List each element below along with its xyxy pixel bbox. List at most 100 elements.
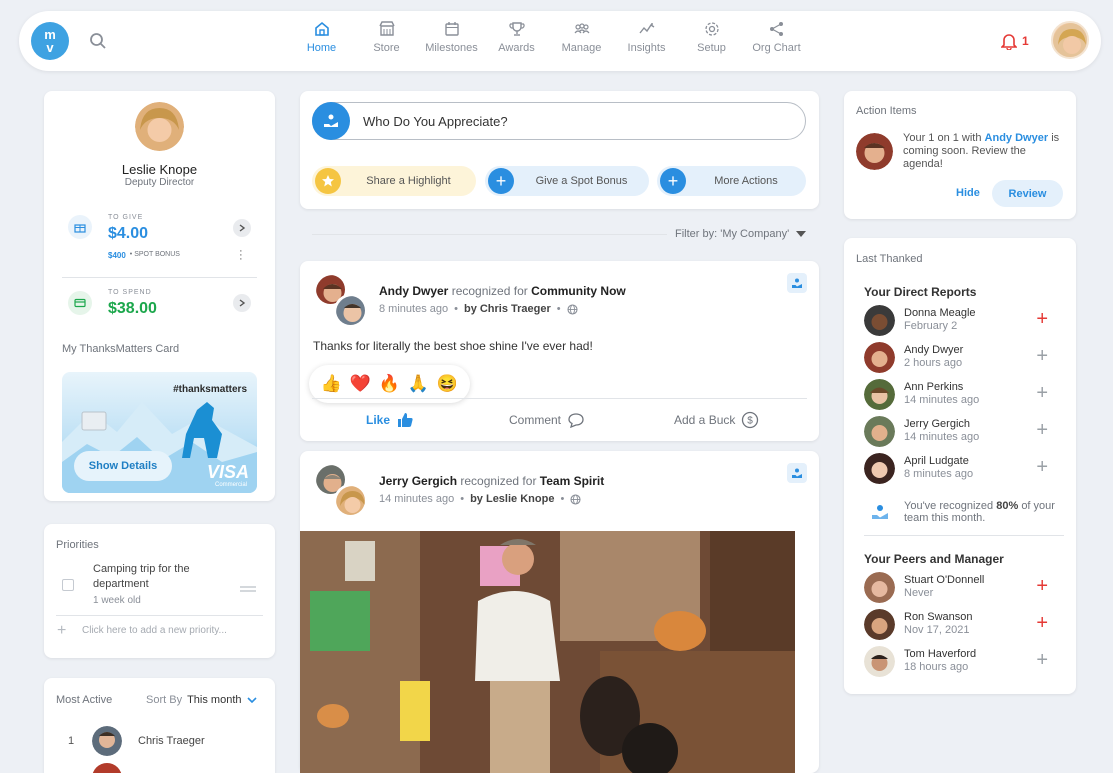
nav-org-chart[interactable]: Org Chart bbox=[744, 20, 809, 54]
nav-insights[interactable]: Insights bbox=[614, 20, 679, 54]
post-author[interactable]: by Chris Traeger bbox=[464, 303, 551, 315]
thanksmatters-card[interactable]: #thanksmatters Show Details VISA Commerc… bbox=[62, 372, 257, 493]
peer-row[interactable]: Tom Haverford 18 hours ago + bbox=[864, 646, 1060, 680]
spot-bonus-label: • SPOT BONUS bbox=[129, 251, 180, 258]
add-priority-input[interactable]: Click here to add a new priority... bbox=[82, 625, 227, 636]
fire-reaction-icon[interactable]: 🔥 bbox=[379, 374, 400, 394]
post-headline: Andy Dwyer recognized for Community Now bbox=[379, 284, 626, 298]
recipient-name[interactable]: Jerry Gergich bbox=[379, 474, 457, 488]
award-name[interactable]: Team Spirit bbox=[540, 474, 604, 488]
chart-icon bbox=[638, 23, 654, 34]
notifications-button[interactable]: 1 bbox=[1001, 32, 1029, 50]
filter-dropdown[interactable]: Filter by: 'My Company' bbox=[675, 228, 807, 240]
last-thanked-card: Last Thanked Your Direct Reports Donna M… bbox=[844, 238, 1076, 694]
comment-button[interactable]: Comment bbox=[509, 412, 585, 428]
give-spot-bonus-button[interactable]: + Give a Spot Bonus bbox=[485, 166, 649, 196]
drag-handle-icon[interactable] bbox=[240, 580, 256, 598]
thank-plus-icon[interactable]: + bbox=[1036, 650, 1048, 670]
to-spend-chevron-icon[interactable] bbox=[233, 294, 251, 312]
person-last-thanked: Never bbox=[904, 587, 934, 599]
trophy-icon bbox=[508, 22, 525, 36]
show-details-button[interactable]: Show Details bbox=[74, 451, 172, 481]
nav-setup[interactable]: Setup bbox=[679, 20, 744, 54]
add-a-buck-button[interactable]: Add a Buck $ bbox=[674, 411, 759, 429]
nav-store[interactable]: Store bbox=[354, 20, 419, 54]
share-highlight-button[interactable]: Share a Highlight bbox=[312, 166, 476, 196]
thank-plus-icon[interactable]: + bbox=[1036, 309, 1048, 329]
app-logo[interactable]: m v bbox=[31, 22, 69, 60]
most-active-name[interactable]: Chris Traeger bbox=[138, 735, 205, 747]
main-nav: Home Store Milestones Awards Manage Insi… bbox=[289, 20, 809, 54]
recipient-name[interactable]: Andy Dwyer bbox=[379, 284, 448, 298]
globe-icon bbox=[567, 303, 578, 315]
priority-text[interactable]: Camping trip for the department bbox=[93, 562, 213, 592]
priorities-card: Priorities Camping trip for the departme… bbox=[44, 524, 275, 658]
thumbs-up-reaction-icon[interactable]: 👍 bbox=[321, 374, 342, 394]
person-last-thanked: 18 hours ago bbox=[904, 661, 969, 673]
nav-manage[interactable]: Manage bbox=[549, 20, 614, 54]
notification-count: 1 bbox=[1022, 34, 1029, 48]
direct-report-row[interactable]: Ann Perkins 14 minutes ago + bbox=[864, 379, 1060, 413]
second-avatar bbox=[92, 763, 122, 773]
post-headline: Jerry Gergich recognized for Team Spirit bbox=[379, 474, 604, 488]
person-name: Jerry Gergich bbox=[904, 418, 971, 430]
hide-button[interactable]: Hide bbox=[956, 187, 980, 199]
review-button[interactable]: Review bbox=[992, 180, 1063, 207]
to-give-chevron-icon[interactable] bbox=[233, 219, 251, 237]
more-options-icon[interactable]: · · · bbox=[239, 246, 243, 265]
nav-insights-label: Insights bbox=[627, 42, 666, 54]
recognized-for-text: recognized for bbox=[451, 284, 528, 298]
laugh-reaction-icon[interactable]: 😆 bbox=[437, 374, 458, 394]
post-meta: 8 minutes ago • by Chris Traeger • bbox=[379, 303, 578, 315]
card-hashtag: #thanksmatters bbox=[173, 384, 247, 395]
person-name: Tom Haverford bbox=[904, 648, 977, 660]
like-button[interactable]: Like bbox=[366, 411, 414, 429]
direct-report-row[interactable]: Donna Meagle February 2 + bbox=[864, 305, 1060, 339]
visa-commercial-label: Commercial bbox=[214, 482, 247, 488]
add-priority-plus-icon[interactable]: + bbox=[57, 623, 66, 639]
more-actions-label: More Actions bbox=[714, 175, 778, 187]
spot-bonus-amount: $400 bbox=[108, 251, 126, 260]
thank-plus-icon[interactable]: + bbox=[1036, 613, 1048, 633]
nav-awards[interactable]: Awards bbox=[484, 20, 549, 54]
nav-manage-label: Manage bbox=[561, 42, 602, 54]
appreciate-input[interactable]: Who Do You Appreciate? bbox=[312, 102, 806, 140]
person-name: Stuart O'Donnell bbox=[904, 574, 985, 586]
feed-post: Andy Dwyer recognized for Community Now … bbox=[300, 261, 819, 441]
award-name[interactable]: Community Now bbox=[531, 284, 626, 298]
thank-plus-icon[interactable]: + bbox=[1036, 383, 1048, 403]
direct-reports-title: Your Direct Reports bbox=[864, 285, 977, 299]
to-give-amount: $4.00 bbox=[108, 225, 149, 242]
direct-report-row[interactable]: April Ludgate 8 minutes ago + bbox=[864, 453, 1060, 487]
person-avatar bbox=[864, 646, 895, 677]
logo-text: m v bbox=[44, 27, 56, 55]
post-media-image[interactable] bbox=[300, 531, 795, 773]
person-avatar bbox=[864, 453, 895, 484]
heart-reaction-icon[interactable]: ❤️ bbox=[350, 374, 371, 394]
peer-row[interactable]: Stuart O'Donnell Never + bbox=[864, 572, 1060, 606]
thank-plus-icon[interactable]: + bbox=[1036, 457, 1048, 477]
give-spot-bonus-label: Give a Spot Bonus bbox=[535, 175, 628, 187]
person-last-thanked: Nov 17, 2021 bbox=[904, 624, 970, 636]
action-link-name[interactable]: Andy Dwyer bbox=[985, 132, 1049, 144]
nav-milestones[interactable]: Milestones bbox=[419, 20, 484, 54]
recognize-hand-icon bbox=[870, 503, 890, 526]
share-highlight-label: Share a Highlight bbox=[366, 175, 451, 187]
thank-plus-icon[interactable]: + bbox=[1036, 576, 1048, 596]
priority-checkbox[interactable] bbox=[62, 579, 74, 591]
direct-report-row[interactable]: Jerry Gergich 14 minutes ago + bbox=[864, 416, 1060, 450]
nav-home[interactable]: Home bbox=[289, 20, 354, 54]
thank-plus-icon[interactable]: + bbox=[1036, 420, 1048, 440]
pray-reaction-icon[interactable]: 🙏 bbox=[408, 374, 429, 394]
action-items-card: Action Items Your 1 on 1 with Andy Dwyer… bbox=[844, 91, 1076, 219]
more-actions-button[interactable]: + More Actions bbox=[657, 166, 806, 196]
sort-label: Sort By bbox=[146, 694, 183, 706]
user-avatar[interactable] bbox=[1051, 21, 1089, 59]
direct-report-row[interactable]: Andy Dwyer 2 hours ago + bbox=[864, 342, 1060, 376]
thank-plus-icon[interactable]: + bbox=[1036, 346, 1048, 366]
peer-row[interactable]: Ron Swanson Nov 17, 2021 + bbox=[864, 609, 1060, 643]
search-icon[interactable] bbox=[89, 32, 107, 55]
post-author[interactable]: by Leslie Knope bbox=[470, 493, 554, 505]
sort-dropdown[interactable]: Sort By This month bbox=[146, 694, 257, 706]
add-a-buck-label: Add a Buck bbox=[674, 413, 736, 427]
